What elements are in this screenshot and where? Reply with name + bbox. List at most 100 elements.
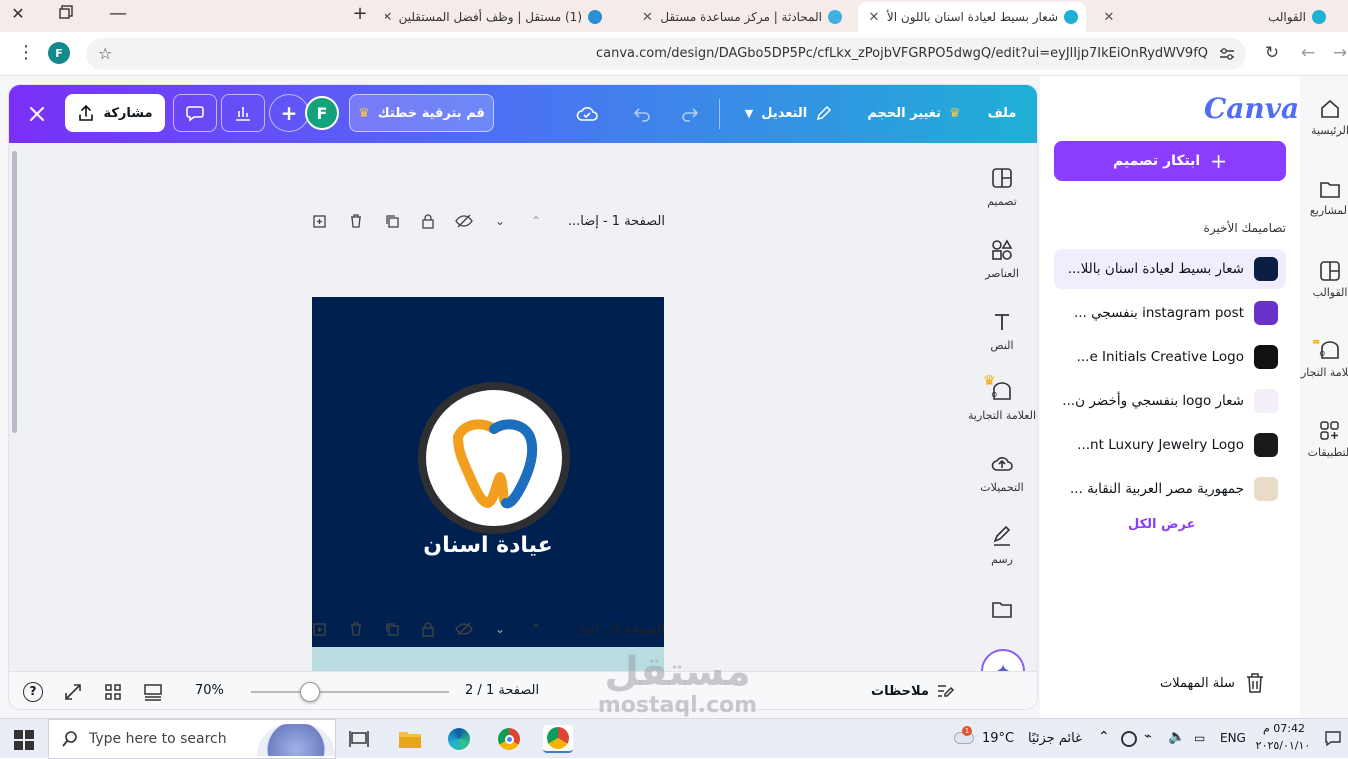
volume-icon[interactable]: 🔈 [1168, 729, 1185, 745]
tab-canva-design[interactable]: شعار بسيط لعيادة اسنان باللون الأ ✕ [858, 2, 1086, 32]
invite-button[interactable]: + [269, 94, 309, 132]
recent-design-item[interactable]: شعار logo بنفسجي وأخضر ن... [1054, 381, 1286, 421]
lock-page-icon[interactable] [417, 210, 439, 232]
clock-time[interactable]: 07:42 م [1256, 722, 1312, 735]
tool-brand[interactable]: ♛ CO العلامة التجارية [959, 373, 1037, 422]
new-tab-icon[interactable]: + [350, 3, 370, 25]
logo-text[interactable]: عيادة اسنان [312, 533, 664, 558]
close-tab-icon[interactable]: ✕ [867, 10, 881, 25]
tool-design[interactable]: تصميم [959, 167, 1037, 208]
comments-button[interactable] [173, 94, 217, 132]
chevron-down-icon[interactable]: ⌄ [489, 210, 511, 232]
fullscreen-icon[interactable] [63, 682, 83, 702]
file-explorer-icon[interactable] [395, 725, 425, 753]
dental-clinic-logo[interactable] [312, 297, 664, 649]
recent-design-item[interactable]: جمهورية مصر العربية النقابة ... [1054, 469, 1286, 509]
notes-button[interactable]: ملاحظات [871, 681, 955, 701]
task-view-icon[interactable] [344, 725, 374, 753]
page-1-canvas[interactable]: عيادة اسنان [312, 297, 664, 649]
rail-home[interactable]: الرئيسية [1300, 98, 1348, 137]
rail-apps[interactable]: التطبيقات [1300, 420, 1348, 459]
edit-menu-button[interactable]: ▼ التعديل [734, 94, 844, 132]
weather-temp[interactable]: 19°C [982, 731, 1014, 746]
close-editor-icon[interactable] [25, 102, 49, 126]
zoom-slider-track[interactable] [251, 691, 449, 693]
recent-design-item[interactable]: شعار بسيط لعيادة اسنان باللا... [1054, 249, 1286, 289]
tray-chevron-up-icon[interactable]: ⌃ [1098, 729, 1110, 745]
page-counter[interactable]: الصفحة 1 / 2 [465, 683, 539, 698]
page-2-title[interactable]: الصفحة 2 - إضا... [568, 622, 665, 637]
taskbar-search[interactable]: Type here to search [48, 719, 336, 759]
language-indicator[interactable]: ENG [1220, 731, 1246, 745]
recent-design-item[interactable]: nt Luxury Jewelry Logo... [1054, 425, 1286, 465]
tab-mostaql-freelancers[interactable]: (1) مستقل | وظف أفضل المستقلين ✕ [385, 2, 610, 32]
address-bar[interactable]: ☆ canva.com/design/DAGbo5DP5Pc/cfLkx_zPo… [86, 38, 1246, 70]
tab-mostaql-help[interactable]: المحادثة | مركز مساعدة مستقل ✕ [620, 2, 850, 32]
chevron-down-icon[interactable]: ⌄ [489, 618, 511, 640]
notifications-icon[interactable] [1324, 729, 1344, 749]
tool-draw[interactable]: رسم [959, 525, 1037, 566]
weather-icon[interactable]: 1 [952, 726, 976, 750]
browser-menu-icon[interactable]: ⋮ [16, 42, 36, 66]
duplicate-page-icon[interactable] [381, 618, 403, 640]
tool-projects[interactable] [959, 598, 1037, 626]
chrome-profile-icon[interactable] [543, 725, 573, 753]
reload-icon[interactable]: ↻ [1262, 43, 1282, 63]
canva-logo[interactable]: Canva [1204, 92, 1299, 125]
forward-icon[interactable]: → [1332, 43, 1348, 63]
hide-page-icon[interactable] [453, 210, 475, 232]
duplicate-page-icon[interactable] [381, 210, 403, 232]
close-tab-icon[interactable]: ✕ [640, 10, 654, 25]
recent-design-item[interactable]: instagram post بنفسجي ... [1054, 293, 1286, 333]
zoom-level[interactable]: 70% [195, 683, 224, 698]
resize-button[interactable]: تغيير الحجم ♛ [864, 94, 964, 132]
chevron-up-icon[interactable]: ⌃ [525, 210, 547, 232]
weather-desc[interactable]: غائم جزئيًا [1028, 731, 1082, 746]
delete-page-icon[interactable] [345, 618, 367, 640]
add-page-icon[interactable] [309, 210, 331, 232]
close-tab-icon[interactable]: ✕ [1102, 10, 1116, 25]
close-window-icon[interactable]: ✕ [6, 4, 30, 26]
meet-icon[interactable] [1121, 731, 1137, 747]
undo-icon[interactable] [631, 103, 655, 125]
battery-icon[interactable]: ▭ [1194, 731, 1205, 745]
grid-view-icon[interactable] [103, 682, 123, 702]
create-design-button[interactable]: + ابتكار تصميم [1054, 141, 1286, 181]
delete-page-icon[interactable] [345, 210, 367, 232]
tab-canva-templates[interactable]: القوالب ✕ [1094, 2, 1334, 32]
network-icon[interactable]: ⌁ [1144, 729, 1152, 744]
profile-avatar[interactable]: F [48, 42, 70, 64]
zoom-slider-handle[interactable] [300, 682, 321, 702]
site-settings-icon[interactable] [1218, 46, 1236, 62]
back-icon[interactable]: ← [1298, 43, 1318, 63]
hide-page-icon[interactable] [453, 618, 475, 640]
bookmark-star-icon[interactable]: ☆ [98, 44, 112, 63]
recent-design-item[interactable]: e Initials Creative Logo... [1054, 337, 1286, 377]
minimize-window-icon[interactable]: — [108, 3, 128, 25]
rail-brand[interactable]: ♛ CO العلامة التجارية [1300, 340, 1348, 379]
redo-icon[interactable] [679, 103, 703, 125]
chevron-up-icon[interactable]: ⌃ [525, 618, 547, 640]
add-page-icon[interactable] [309, 618, 331, 640]
tool-elements[interactable]: العناصر [959, 239, 1037, 280]
file-menu-button[interactable]: ملف [977, 94, 1027, 132]
upgrade-button[interactable]: ♛ قم بترقية خطتك [349, 94, 494, 132]
user-avatar[interactable]: F [305, 96, 339, 130]
pages-view-icon[interactable] [143, 682, 163, 702]
share-button[interactable]: مشاركة [65, 94, 165, 132]
page-1-title[interactable]: الصفحة 1 - إضا... [568, 214, 665, 229]
tool-uploads[interactable]: التحميلات [959, 453, 1037, 494]
edge-browser-icon[interactable] [444, 725, 474, 753]
restore-window-icon[interactable] [58, 4, 78, 26]
insights-button[interactable] [221, 94, 265, 132]
chrome-browser-icon[interactable] [494, 725, 524, 753]
trash-button[interactable]: سلة المهملات [1160, 672, 1265, 694]
lock-page-icon[interactable] [417, 618, 439, 640]
close-tab-icon[interactable]: ✕ [385, 10, 393, 25]
help-icon[interactable]: ? [23, 682, 43, 702]
clock-date[interactable]: ٢٠٢٥/٠١/١٠ [1252, 739, 1314, 752]
view-all-link[interactable]: عرض الكل [1128, 517, 1195, 532]
rail-projects[interactable]: المشاريع [1300, 178, 1348, 217]
cloud-saved-icon[interactable] [575, 103, 599, 125]
rail-templates[interactable]: القوالب [1300, 260, 1348, 299]
